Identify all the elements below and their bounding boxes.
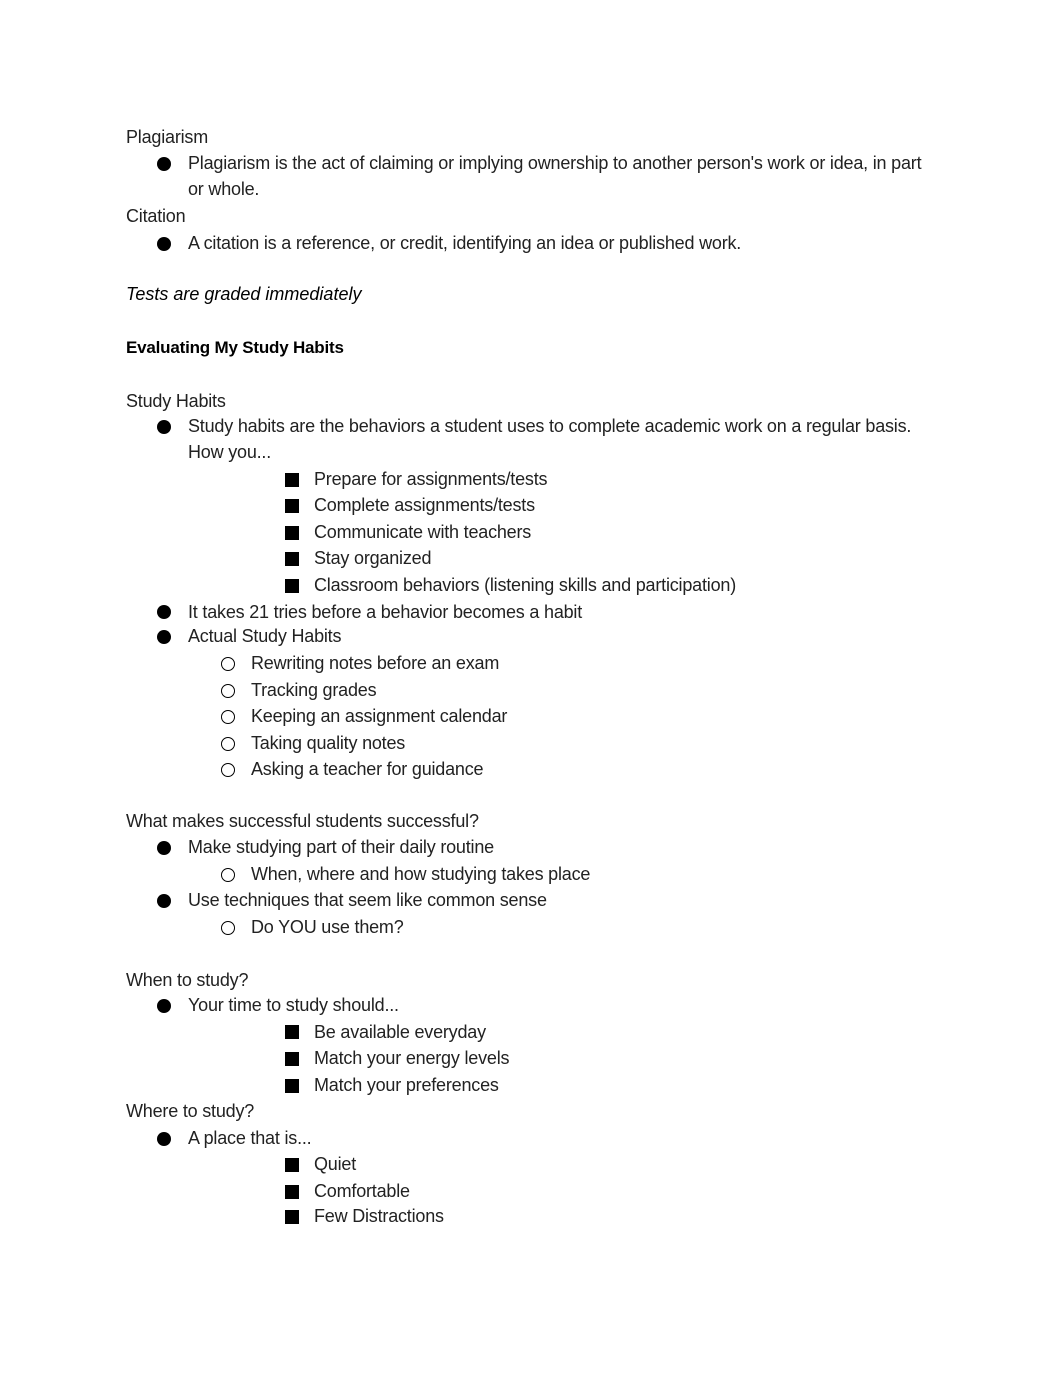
list-item: Your time to study should... [188, 995, 399, 1015]
bullet-disc-icon [157, 999, 171, 1013]
list-item: Keeping an assignment calendar [251, 706, 508, 726]
page-title: Evaluating My Study Habits [126, 338, 344, 357]
list-item: Quiet [314, 1154, 357, 1174]
list-item: Tracking grades [251, 680, 377, 700]
section-heading-citation: Citation [126, 206, 186, 226]
bullet-square-icon [285, 499, 299, 513]
list-item: Prepare for assignments/tests [314, 469, 548, 489]
list-item: Stay organized [314, 548, 432, 568]
bullet-square-icon [285, 1158, 299, 1172]
list-item: Use techniques that seem like common sen… [188, 890, 547, 910]
bullet-disc-icon [157, 157, 171, 171]
bullet-square-icon [285, 1052, 299, 1066]
list-item: Match your energy levels [314, 1048, 510, 1068]
list-item: A citation is a reference, or credit, id… [188, 233, 742, 253]
bullet-square-icon [285, 526, 299, 540]
list-item: Rewriting notes before an exam [251, 653, 500, 673]
list-item: Classroom behaviors (listening skills an… [314, 575, 736, 595]
document-page: Plagiarism Plagiarism is the act of clai… [0, 0, 1062, 1376]
bullet-disc-icon [157, 420, 171, 434]
list-item: Communicate with teachers [314, 522, 532, 542]
list-item: Taking quality notes [251, 733, 406, 753]
bullet-square-icon [285, 1025, 299, 1039]
list-item: Study habits are the behaviors a student… [188, 416, 912, 462]
bullet-square-icon [285, 552, 299, 566]
bullet-square-icon [285, 579, 299, 593]
bullet-disc-icon [157, 237, 171, 251]
list-item: Make studying part of their daily routin… [188, 837, 494, 857]
bullet-square-icon [285, 473, 299, 487]
note-text: Tests are graded immediately [126, 284, 362, 304]
bullet-disc-icon [157, 605, 171, 619]
list-item: Plagiarism is the act of claiming or imp… [188, 153, 922, 199]
list-item: Be available everyday [314, 1022, 486, 1042]
bullet-square-icon [285, 1185, 299, 1199]
bullet-circle-icon [221, 710, 235, 724]
bullet-circle-icon [221, 763, 235, 777]
section-heading-study-habits: Study Habits [126, 391, 226, 411]
bullet-disc-icon [157, 1132, 171, 1146]
bullet-disc-icon [157, 630, 171, 644]
bullet-circle-icon [221, 737, 235, 751]
list-item: Asking a teacher for guidance [251, 759, 484, 779]
bullet-square-icon [285, 1210, 299, 1224]
list-item: Actual Study Habits [188, 626, 342, 646]
bullet-circle-icon [221, 868, 235, 882]
section-heading-where: Where to study? [126, 1101, 255, 1121]
list-item: Match your preferences [314, 1075, 499, 1095]
list-item: Do YOU use them? [251, 917, 404, 937]
list-item: Comfortable [314, 1181, 410, 1201]
list-item: Few Distractions [314, 1206, 444, 1226]
bullet-square-icon [285, 1079, 299, 1093]
list-item: When, where and how studying takes place [251, 864, 591, 884]
list-item: It takes 21 tries before a behavior beco… [188, 602, 583, 622]
bullet-circle-icon [221, 921, 235, 935]
bullet-disc-icon [157, 894, 171, 908]
bullet-disc-icon [157, 841, 171, 855]
section-heading-plagiarism: Plagiarism [126, 127, 209, 147]
bullet-circle-icon [221, 684, 235, 698]
bullet-circle-icon [221, 657, 235, 671]
list-item: A place that is... [188, 1128, 312, 1148]
list-item: Complete assignments/tests [314, 495, 535, 515]
section-heading-successful: What makes successful students successfu… [126, 811, 479, 831]
section-heading-when: When to study? [126, 970, 249, 990]
